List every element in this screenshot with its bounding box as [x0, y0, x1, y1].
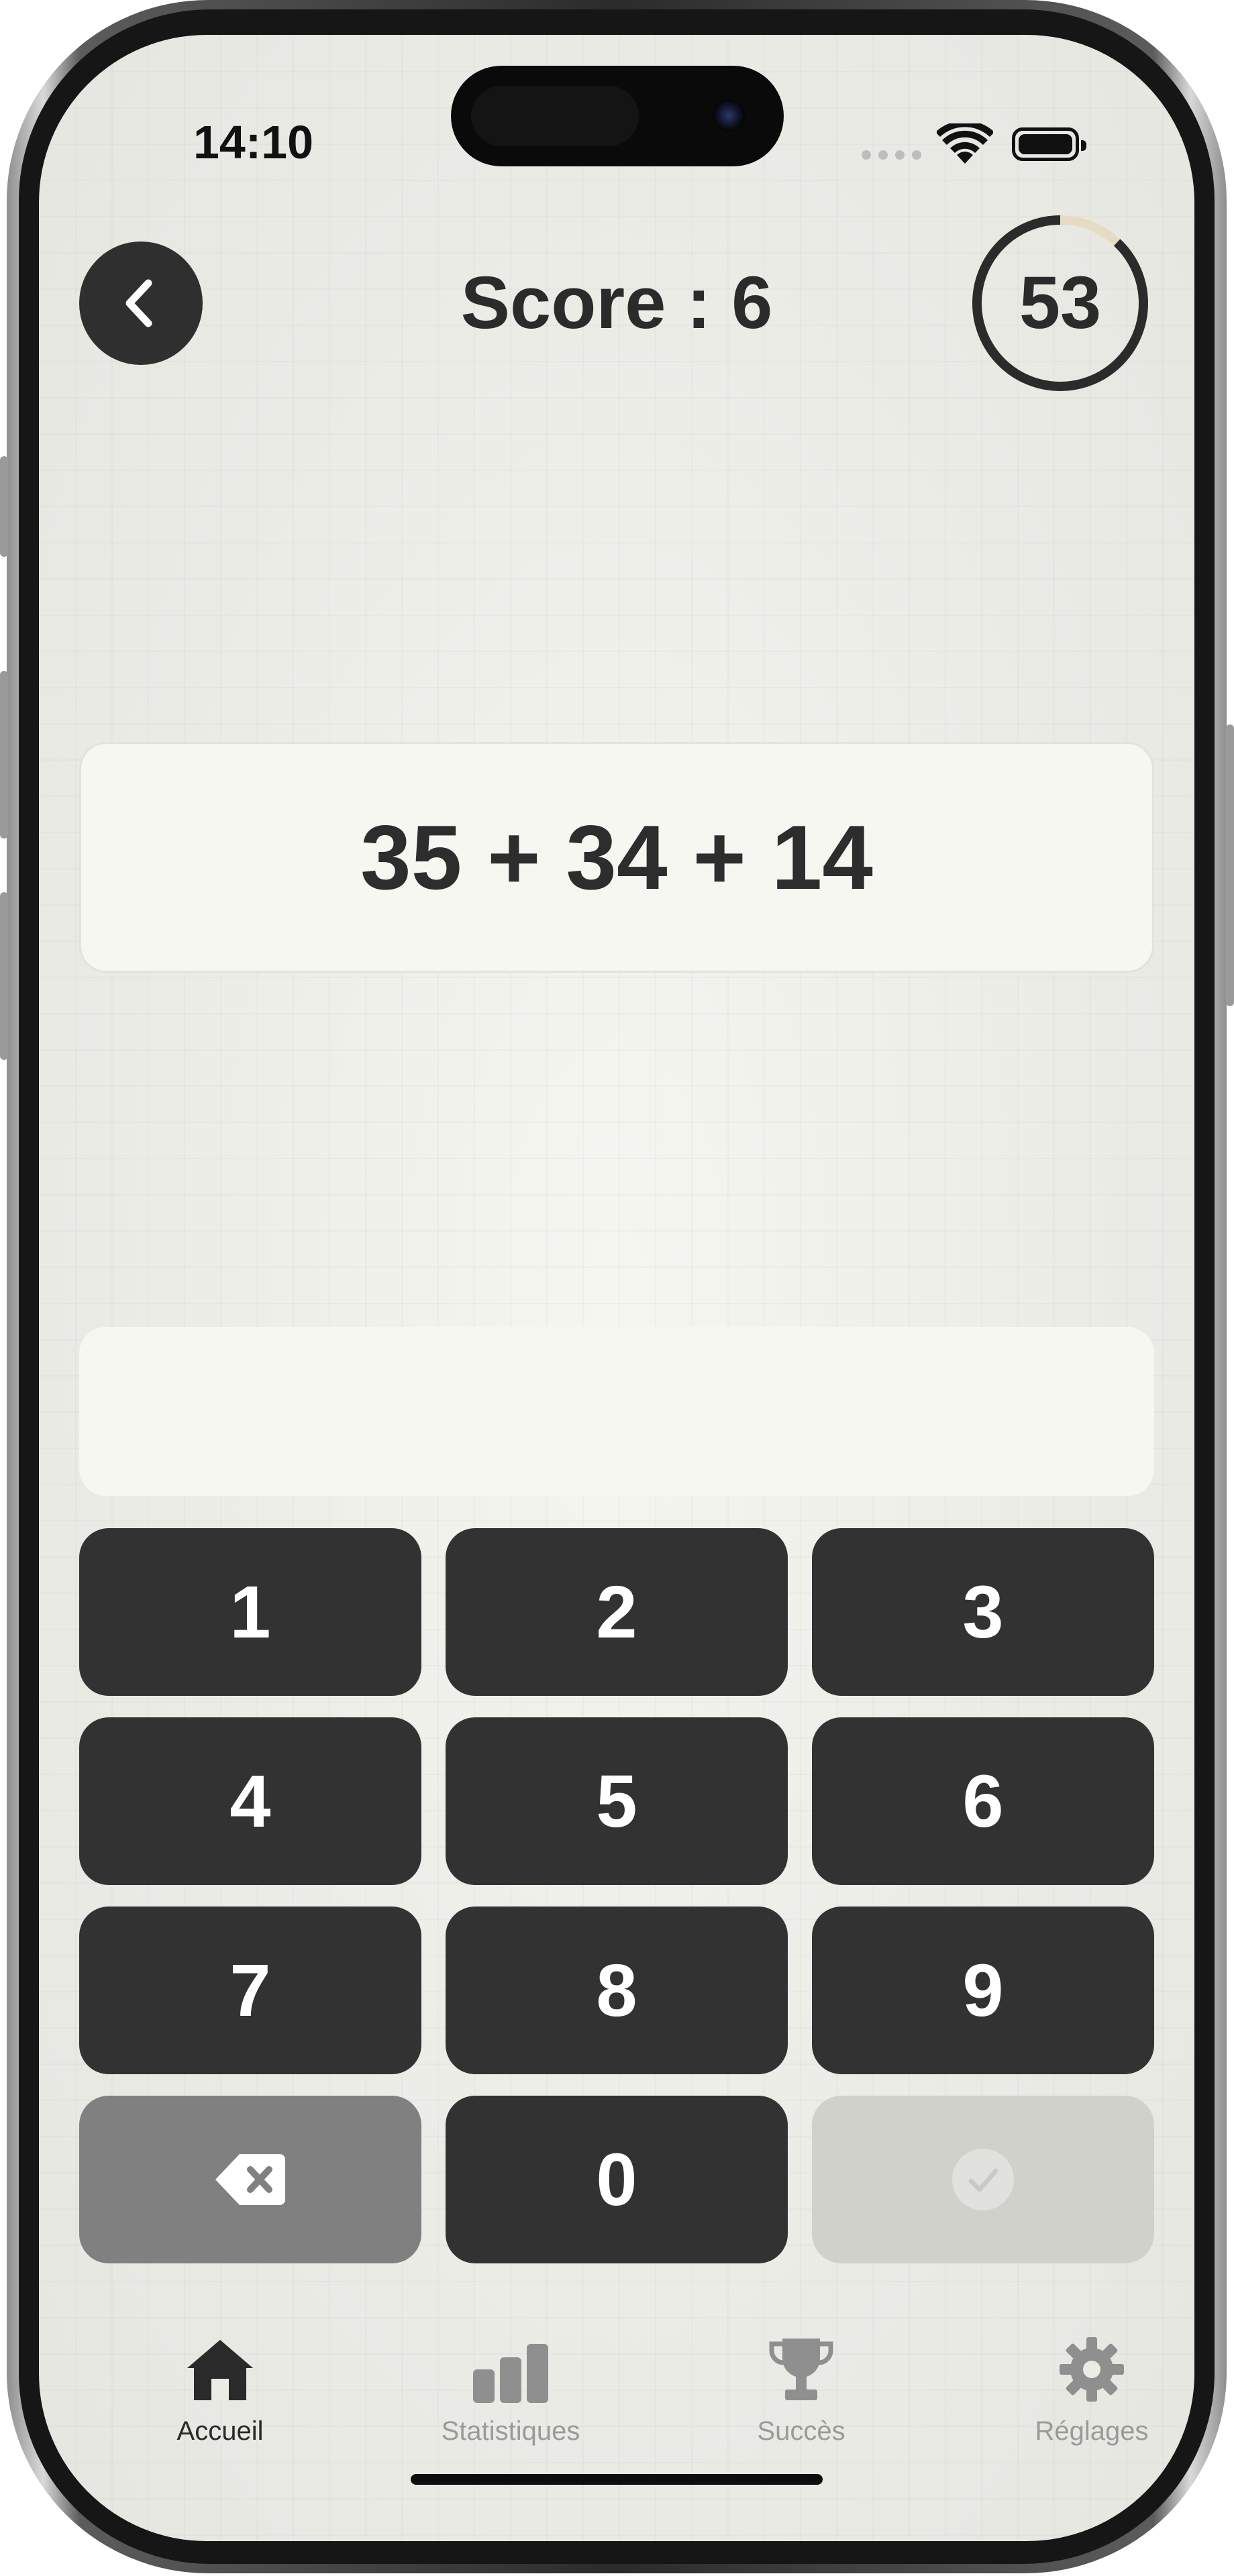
key-8[interactable]: 8 [446, 1907, 788, 2074]
tab-succes[interactable]: Succès [701, 2329, 902, 2463]
timer-seconds: 53 [1019, 262, 1102, 344]
key-7[interactable]: 7 [79, 1907, 421, 2074]
backspace-icon [215, 2154, 285, 2205]
home-indicator[interactable] [411, 2474, 823, 2485]
island-sensor [471, 86, 639, 146]
key-9[interactable]: 9 [812, 1907, 1154, 2074]
tab-label: Statistiques [441, 2416, 580, 2446]
question-text: 35 + 34 + 14 [360, 806, 873, 908]
app-screen: 14:10 Score : 6 53 35 + 34 + 14 1 2 3 4 … [39, 35, 1194, 2541]
cellular-signal-icon [862, 150, 922, 160]
score-label: Score : 6 [460, 262, 773, 344]
checkmark-icon [952, 2149, 1014, 2210]
back-button[interactable] [79, 241, 203, 365]
wifi-icon [935, 120, 994, 168]
battery-icon [1012, 127, 1086, 161]
key-2[interactable]: 2 [446, 1528, 788, 1696]
countdown-timer: 53 [969, 212, 1151, 394]
home-icon [119, 2329, 321, 2403]
volume-up-button [0, 671, 8, 839]
answer-field[interactable] [79, 1327, 1154, 1496]
action-button [0, 456, 8, 557]
delete-button[interactable] [79, 2096, 421, 2263]
question-card: 35 + 34 + 14 [79, 742, 1154, 973]
key-3[interactable]: 3 [812, 1528, 1154, 1696]
tab-label: Succès [757, 2416, 845, 2446]
chevron-left-icon [125, 279, 152, 327]
status-time: 14:10 [193, 116, 314, 168]
tab-reglages[interactable]: Réglages [991, 2329, 1192, 2463]
front-camera [713, 99, 745, 131]
tab-label: Accueil [176, 2416, 264, 2446]
key-6[interactable]: 6 [812, 1717, 1154, 1885]
key-1[interactable]: 1 [79, 1528, 421, 1696]
key-4[interactable]: 4 [79, 1717, 421, 1885]
tab-statistiques[interactable]: Statistiques [410, 2329, 611, 2463]
tab-label: Réglages [1035, 2416, 1149, 2446]
power-button [1226, 724, 1234, 1006]
tab-accueil[interactable]: Accueil [119, 2329, 321, 2463]
key-5[interactable]: 5 [446, 1717, 788, 1885]
trophy-icon [701, 2329, 902, 2403]
bar-chart-icon [410, 2329, 611, 2403]
gear-icon [991, 2329, 1192, 2403]
dynamic-island [451, 66, 784, 166]
volume-down-button [0, 892, 8, 1060]
confirm-button[interactable] [812, 2096, 1154, 2263]
key-0[interactable]: 0 [446, 2096, 788, 2263]
